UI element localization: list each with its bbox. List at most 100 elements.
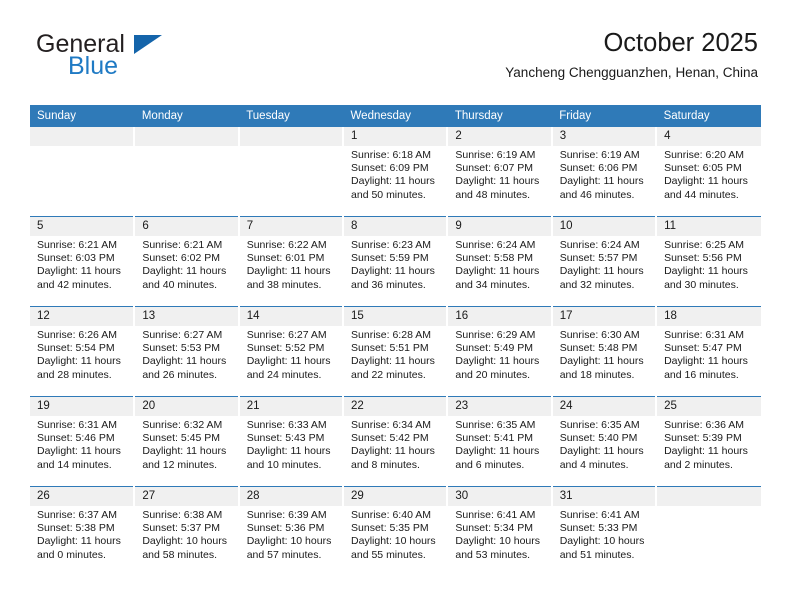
calendar-day-cell[interactable]: 7 Sunrise: 6:22 AM Sunset: 6:01 PM Daylight…: [238, 216, 345, 307]
day-number: 14: [239, 307, 342, 326]
calendar-day-cell[interactable]: 17 Sunrise: 6:30 AM Sunset: 5:48 PM Dayligh…: [551, 306, 658, 397]
logo-text-blue: Blue: [68, 52, 119, 80]
sunrise-text: Sunrise: 6:38 AM: [142, 509, 223, 521]
day-detail: Sunrise: 6:29 AM Sunset: 5:49 PM Daylight:…: [448, 326, 549, 382]
calendar-day-cell[interactable]: 18 Sunrise: 6:31 AM Sunset: 5:47 PM Dayligh…: [656, 306, 761, 397]
day-cell-inner: 19 Sunrise: 6:31 AM Sunset: 5:46 PM Dayligh…: [30, 397, 133, 486]
calendar-day-cell[interactable]: 2 Sunrise: 6:19 AM Sunset: 6:07 PM Daylight…: [447, 127, 553, 217]
calendar-day-cell[interactable]: 19 Sunrise: 6:31 AM Sunset: 5:46 PM Dayligh…: [30, 396, 136, 487]
day-detail: Sunrise: 6:32 AM Sunset: 5:45 PM Daylight:…: [135, 416, 236, 472]
sunrise-text: Sunrise: 6:19 AM: [455, 149, 536, 161]
sunrise-text: Sunrise: 6:41 AM: [559, 509, 640, 521]
sunrise-text: Sunrise: 6:27 AM: [142, 329, 223, 341]
day-number: 5: [30, 217, 133, 236]
calendar-day-cell[interactable]: 26 Sunrise: 6:37 AM Sunset: 5:38 PM Dayligh…: [30, 486, 136, 576]
calendar-day-cell[interactable]: 23 Sunrise: 6:35 AM Sunset: 5:41 PM Dayligh…: [447, 396, 553, 487]
calendar-day-cell[interactable]: 3 Sunrise: 6:19 AM Sunset: 6:06 PM Daylight…: [551, 127, 658, 217]
calendar-day-cell[interactable]: 25 Sunrise: 6:36 AM Sunset: 5:39 PM Dayligh…: [656, 396, 761, 487]
sunset-text: Sunset: 6:02 PM: [142, 252, 220, 265]
sunrise-text: Sunrise: 6:31 AM: [37, 419, 117, 431]
day-detail: Sunrise: 6:31 AM Sunset: 5:47 PM Daylight:…: [657, 326, 760, 382]
sunset-text: Sunset: 5:54 PM: [37, 342, 115, 355]
calendar-week-row: 12 Sunrise: 6:26 AM Sunset: 5:54 PM Dayligh…: [30, 306, 761, 397]
daylight-text: Daylight: 11 hours and 22 minutes.: [351, 355, 435, 381]
sunset-text: Sunset: 6:05 PM: [664, 162, 742, 175]
day-detail: Sunrise: 6:21 AM Sunset: 6:02 PM Daylight:…: [135, 236, 236, 292]
calendar-day-cell[interactable]: 14 Sunrise: 6:27 AM Sunset: 5:52 PM Dayligh…: [238, 306, 345, 397]
calendar-day-cell[interactable]: 20 Sunrise: 6:32 AM Sunset: 5:45 PM Dayligh…: [134, 396, 240, 487]
calendar-day-cell[interactable]: 15 Sunrise: 6:28 AM Sunset: 5:51 PM Dayligh…: [343, 306, 449, 397]
daylight-text: Daylight: 11 hours and 44 minutes.: [664, 175, 748, 201]
calendar-day-cell[interactable]: 22 Sunrise: 6:34 AM Sunset: 5:42 PM Dayligh…: [343, 396, 449, 487]
sunrise-text: Sunrise: 6:23 AM: [351, 239, 431, 251]
sunset-text: Sunset: 5:46 PM: [37, 432, 115, 445]
day-detail: Sunrise: 6:35 AM Sunset: 5:41 PM Daylight:…: [448, 416, 549, 472]
daylight-text: Daylight: 11 hours and 36 minutes.: [351, 265, 435, 291]
sunset-text: Sunset: 6:09 PM: [351, 162, 429, 175]
day-number: 31: [552, 487, 655, 506]
calendar-page: General Blue October 2025 Yancheng Cheng…: [0, 0, 792, 612]
day-number: 3: [552, 127, 655, 146]
sunset-text: Sunset: 5:57 PM: [559, 252, 638, 265]
sunset-text: Sunset: 6:06 PM: [559, 162, 638, 175]
day-detail: Sunrise: 6:34 AM Sunset: 5:42 PM Daylight:…: [344, 416, 445, 472]
calendar-day-cell[interactable]: 12 Sunrise: 6:26 AM Sunset: 5:54 PM Dayligh…: [30, 306, 136, 397]
day-number: [239, 127, 342, 146]
daylight-text: Daylight: 11 hours and 26 minutes.: [142, 355, 227, 381]
calendar-day-cell[interactable]: 30 Sunrise: 6:41 AM Sunset: 5:34 PM Dayligh…: [447, 486, 553, 576]
daylight-text: Daylight: 10 hours and 53 minutes.: [455, 535, 541, 561]
day-detail: Sunrise: 6:24 AM Sunset: 5:58 PM Daylight:…: [448, 236, 549, 292]
day-detail: Sunrise: 6:38 AM Sunset: 5:37 PM Daylight:…: [135, 506, 236, 562]
day-detail: Sunrise: 6:41 AM Sunset: 5:33 PM Daylight:…: [553, 506, 654, 562]
calendar-day-cell[interactable]: 27 Sunrise: 6:38 AM Sunset: 5:37 PM Dayligh…: [134, 486, 240, 576]
page-title: October 2025: [603, 29, 758, 57]
page-header: General Blue October 2025 Yancheng Cheng…: [30, 28, 758, 98]
daylight-text: Daylight: 11 hours and 18 minutes.: [559, 355, 644, 381]
calendar-week-row: 26 Sunrise: 6:37 AM Sunset: 5:38 PM Dayligh…: [30, 486, 761, 576]
daylight-text: Daylight: 11 hours and 24 minutes.: [246, 355, 331, 381]
weekday-header-thursday: Thursday: [447, 105, 553, 127]
calendar-day-cell[interactable]: 9 Sunrise: 6:24 AM Sunset: 5:58 PM Daylight…: [447, 216, 553, 307]
day-detail: Sunrise: 6:26 AM Sunset: 5:54 PM Daylight:…: [30, 326, 132, 382]
day-detail: Sunrise: 6:19 AM Sunset: 6:06 PM Daylight:…: [553, 146, 654, 202]
calendar-day-cell[interactable]: 6 Sunrise: 6:21 AM Sunset: 6:02 PM Daylight…: [134, 216, 240, 307]
sunrise-text: Sunrise: 6:32 AM: [142, 419, 223, 431]
calendar-body: 1 Sunrise: 6:18 AM Sunset: 6:09 PM Daylight…: [30, 127, 761, 576]
day-number: 22: [344, 397, 446, 416]
day-cell-inner: [657, 487, 761, 576]
calendar-day-cell[interactable]: 8 Sunrise: 6:23 AM Sunset: 5:59 PM Daylight…: [343, 216, 449, 307]
day-number: 19: [30, 397, 133, 416]
calendar-week-row: 1 Sunrise: 6:18 AM Sunset: 6:09 PM Daylight…: [30, 127, 761, 217]
sunrise-text: Sunrise: 6:33 AM: [246, 419, 327, 431]
day-detail: Sunrise: 6:39 AM Sunset: 5:36 PM Daylight:…: [240, 506, 341, 562]
day-number: 13: [135, 307, 237, 326]
day-number: 16: [448, 307, 550, 326]
calendar-day-cell[interactable]: 31 Sunrise: 6:41 AM Sunset: 5:33 PM Dayligh…: [551, 486, 658, 576]
day-detail: Sunrise: 6:23 AM Sunset: 5:59 PM Daylight:…: [344, 236, 445, 292]
weekday-header-tuesday: Tuesday: [238, 105, 344, 127]
calendar-day-cell-empty: [656, 486, 761, 576]
calendar-day-cell[interactable]: 5 Sunrise: 6:21 AM Sunset: 6:03 PM Daylight…: [30, 216, 136, 307]
sunrise-text: Sunrise: 6:34 AM: [351, 419, 431, 431]
calendar-day-cell[interactable]: 10 Sunrise: 6:24 AM Sunset: 5:57 PM Dayligh…: [551, 216, 658, 307]
calendar-day-cell[interactable]: 16 Sunrise: 6:29 AM Sunset: 5:49 PM Dayligh…: [447, 306, 553, 397]
calendar-day-cell[interactable]: 1 Sunrise: 6:18 AM Sunset: 6:09 PM Daylight…: [343, 127, 449, 217]
calendar-day-cell[interactable]: 29 Sunrise: 6:40 AM Sunset: 5:35 PM Dayligh…: [343, 486, 449, 576]
sunrise-text: Sunrise: 6:27 AM: [246, 329, 327, 341]
calendar-day-cell[interactable]: 21 Sunrise: 6:33 AM Sunset: 5:43 PM Dayligh…: [238, 396, 345, 487]
day-cell-inner: [30, 127, 133, 216]
day-cell-inner: 27 Sunrise: 6:38 AM Sunset: 5:37 PM Dayligh…: [135, 487, 237, 576]
calendar-day-cell[interactable]: 13 Sunrise: 6:27 AM Sunset: 5:53 PM Dayligh…: [134, 306, 240, 397]
day-detail: Sunrise: 6:20 AM Sunset: 6:05 PM Daylight:…: [657, 146, 760, 202]
calendar-day-cell[interactable]: 4 Sunrise: 6:20 AM Sunset: 6:05 PM Daylight…: [656, 127, 761, 217]
sunrise-text: Sunrise: 6:35 AM: [455, 419, 536, 431]
day-cell-inner: 14 Sunrise: 6:27 AM Sunset: 5:52 PM Dayligh…: [239, 307, 342, 396]
calendar-day-cell[interactable]: 11 Sunrise: 6:25 AM Sunset: 5:56 PM Dayligh…: [656, 216, 761, 307]
day-detail: Sunrise: 6:41 AM Sunset: 5:34 PM Daylight:…: [448, 506, 549, 562]
calendar-day-cell[interactable]: 28 Sunrise: 6:39 AM Sunset: 5:36 PM Dayligh…: [238, 486, 345, 576]
sunset-text: Sunset: 5:49 PM: [455, 342, 534, 355]
day-cell-inner: 1 Sunrise: 6:18 AM Sunset: 6:09 PM Daylight…: [344, 127, 446, 216]
sunset-text: Sunset: 5:59 PM: [351, 252, 429, 265]
title-block: October 2025 Yancheng Chengguanzhen, Hen…: [505, 28, 758, 83]
calendar-day-cell[interactable]: 24 Sunrise: 6:35 AM Sunset: 5:40 PM Dayligh…: [551, 396, 658, 487]
